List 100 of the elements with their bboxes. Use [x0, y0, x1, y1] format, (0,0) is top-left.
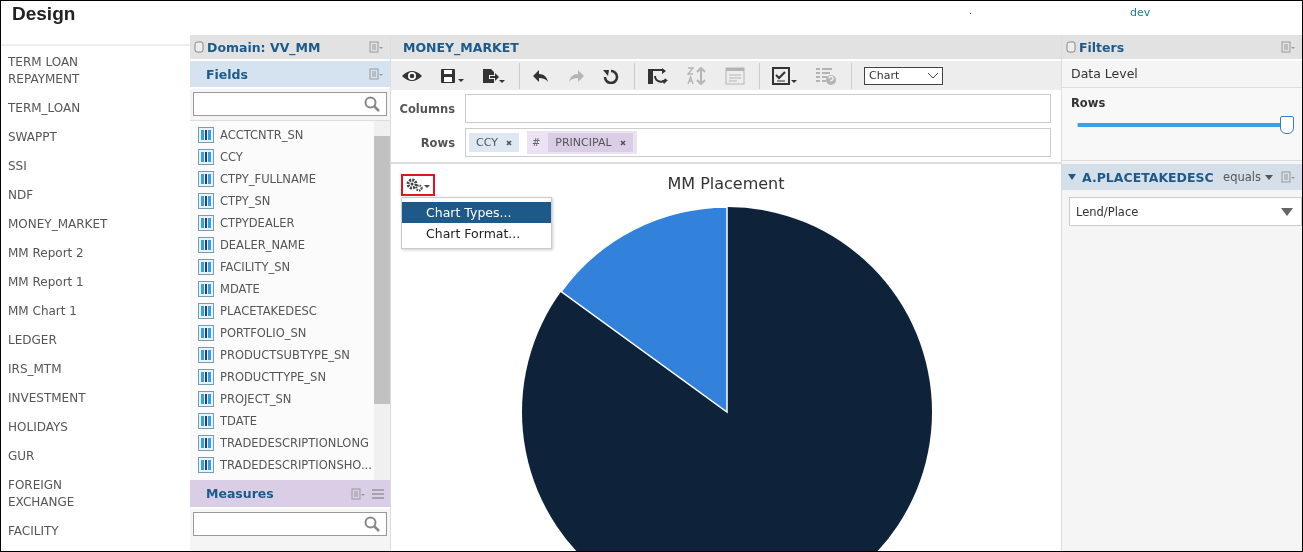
field-item[interactable]: PLACETAKEDESC [220, 304, 317, 318]
field-item[interactable]: DEALER_NAME [220, 238, 306, 252]
panel-title: Domain: VV_MM [207, 39, 322, 55]
report-link[interactable]: FOREIGN EXCHANGE [1, 477, 118, 511]
report-link[interactable]: NDF [1, 187, 118, 204]
field-item[interactable]: TRADEDESCRIPTIONLONG [220, 436, 369, 450]
column-icon [198, 215, 214, 231]
field-item[interactable]: PRODUCTTYPE_SN [220, 370, 326, 384]
report-link[interactable]: GUR [1, 448, 118, 465]
settings-button[interactable] [401, 174, 435, 196]
report-link[interactable]: TERM LOAN REPAYMENT [1, 54, 118, 88]
field-item[interactable]: ACCTCNTR_SN [220, 128, 304, 142]
column-icon [198, 435, 214, 451]
menu-icon[interactable] [1281, 41, 1296, 53]
refresh-icon[interactable] [602, 67, 620, 84]
scrollbar[interactable] [374, 121, 390, 480]
column-icon [198, 347, 214, 363]
filter-header[interactable]: A.PLACETAKEDESC equals [1062, 164, 1302, 190]
view-select[interactable]: Chart [864, 66, 943, 85]
field-item[interactable]: CTPY_SN [220, 194, 271, 208]
report-link[interactable]: INVESTMENT [1, 390, 118, 407]
report-link[interactable]: TERM_LOAN [1, 100, 118, 117]
save-icon[interactable] [440, 67, 464, 84]
operator-dropdown[interactable]: equals [1223, 170, 1273, 184]
field-item[interactable]: PROJECT_SN [220, 392, 292, 406]
report-title: MONEY_MARKET [403, 39, 520, 55]
measure-pill[interactable]: # PRINCIPAL [526, 131, 637, 154]
report-link[interactable]: FACILITY [1, 523, 118, 540]
remove-icon[interactable] [619, 139, 626, 146]
menu-item[interactable]: Chart Format... [402, 223, 551, 244]
pill-label: PRINCIPAL [555, 136, 612, 149]
list-icon[interactable] [372, 488, 384, 499]
collapse-icon [194, 41, 204, 53]
search-icon [364, 96, 380, 112]
slider-thumb[interactable] [1280, 116, 1294, 134]
shelf-label: Columns [398, 101, 455, 116]
column-icon [198, 127, 214, 143]
caret-icon [1265, 174, 1273, 180]
column-icon [198, 325, 214, 341]
section-title: Fields [205, 66, 249, 82]
field-item[interactable]: CTPY_FULLNAME [220, 172, 316, 186]
column-icon [198, 457, 214, 473]
report-link[interactable]: MM Report 1 [1, 274, 118, 291]
section-title: Measures [205, 486, 275, 501]
dimension-pill[interactable]: CCY [469, 133, 519, 152]
swap-icon[interactable] [647, 66, 669, 85]
report-link[interactable]: IRS_MTM [1, 361, 118, 378]
page-title: Design [11, 2, 76, 25]
measure-symbol: # [530, 137, 541, 148]
field-item[interactable]: TDATE [220, 414, 257, 428]
export-icon[interactable] [481, 67, 505, 84]
remove-icon[interactable] [505, 139, 512, 146]
value-dropdown[interactable]: Lend/Place [1069, 197, 1302, 226]
column-icon [198, 413, 214, 429]
column-icon [198, 149, 214, 165]
checklist-icon[interactable] [772, 66, 798, 85]
menu-item[interactable]: Chart Types... [402, 202, 551, 223]
search-field[interactable] [193, 92, 387, 116]
report-link[interactable]: SWAPPT [1, 129, 118, 146]
field-item[interactable]: FACILITY_SN [220, 260, 291, 274]
report-link[interactable]: MM Report 2 [1, 245, 118, 262]
caret-down-icon[interactable] [1068, 173, 1076, 181]
search-icon [364, 516, 380, 532]
column-icon [198, 281, 214, 297]
report-link[interactable]: MM Chart 1 [1, 303, 118, 320]
slider-label: Rows [1071, 96, 1107, 110]
chevron-icon [927, 71, 939, 80]
column-icon [198, 171, 214, 187]
report-link[interactable]: LEDGER [1, 332, 118, 349]
column-icon [198, 369, 214, 385]
field-item[interactable]: PRODUCTSUBTYPE_SN [220, 348, 350, 362]
pill-label: CCY [476, 136, 498, 149]
report-link[interactable]: HOLIDAYS [1, 419, 118, 436]
column-icon [198, 303, 214, 319]
report-link[interactable]: MONEY_MARKET [1, 216, 118, 233]
field-item[interactable]: PORTFOLIO_SN [220, 326, 307, 340]
shelf-label: Rows [419, 135, 455, 150]
menu-icon[interactable] [351, 487, 366, 500]
menu-icon[interactable] [369, 68, 384, 80]
field-item[interactable]: TRADEDESCRIPTIONSHO... [220, 458, 372, 472]
field-item[interactable]: MDATE [220, 282, 260, 296]
field-item[interactable]: CTPYDEALER [220, 216, 295, 230]
environment-label: dev [1130, 6, 1151, 19]
column-icon [198, 391, 214, 407]
columns-field[interactable] [465, 94, 1051, 123]
field-item[interactable]: CCY [220, 150, 243, 164]
search-field[interactable] [193, 512, 387, 536]
dot-text: . [969, 5, 973, 16]
column-icon [198, 193, 214, 209]
menu-icon[interactable] [1281, 171, 1296, 183]
report-link[interactable]: SSI [1, 158, 118, 175]
column-icon [198, 259, 214, 275]
collapse-icon [1066, 41, 1076, 53]
caret-icon [1281, 207, 1293, 216]
settings-icon [406, 178, 430, 192]
rows-field[interactable]: CCY # PRINCIPAL [465, 128, 1051, 157]
panel-title: Filters [1079, 39, 1126, 55]
column-icon [198, 237, 214, 253]
chart-title: MM Placement [667, 174, 785, 193]
menu-icon[interactable] [369, 41, 384, 53]
